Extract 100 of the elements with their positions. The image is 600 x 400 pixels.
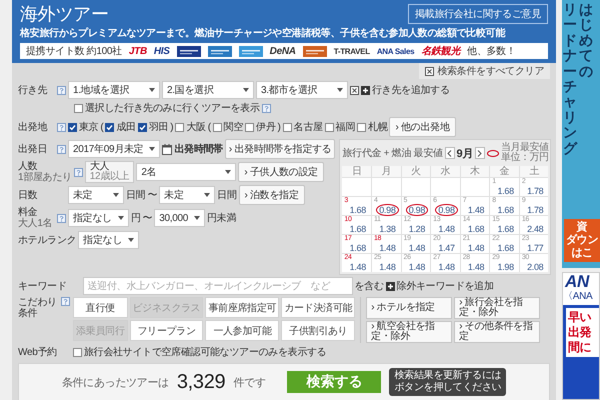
max-days-select[interactable]: 未定 [159, 186, 216, 204]
checkbox-label: 大阪 [186, 120, 206, 134]
partner-count: 提携サイト数 約100社 [26, 44, 122, 58]
result-count: 3,329 [176, 370, 226, 394]
checkbox[interactable] [72, 348, 82, 356]
caret-icon [113, 193, 119, 197]
condition-button[interactable]: › 旅行会社を指定・除外 [454, 297, 540, 319]
day-price: 1.48 [378, 261, 397, 273]
plus-icon[interactable] [386, 282, 395, 290]
filter-toggle[interactable]: 直行便 [73, 297, 128, 318]
day-price: 1.38 [378, 223, 397, 235]
banner-ad[interactable]: AN 〈ANA 早い 出発 間に [562, 272, 600, 400]
day-price: 1.68 [348, 204, 367, 216]
caret-icon [128, 238, 134, 242]
child-count-button[interactable]: › 子供人数の設定 [238, 162, 324, 182]
help-icon[interactable] [61, 297, 70, 306]
help-icon[interactable] [57, 214, 66, 222]
day-price: 1.48 [378, 242, 397, 254]
help-icon[interactable] [74, 168, 83, 176]
plus-icon[interactable] [361, 86, 370, 94]
checkbox[interactable] [175, 122, 184, 132]
partner-logo: JTB [128, 46, 147, 56]
min-days-select[interactable]: 未定 [68, 186, 124, 204]
keyword-field[interactable]: 送迎付、水上バンガロー、オールインクルーシブ など [82, 277, 353, 295]
filter-toggle[interactable]: 一人参加可能 [205, 320, 280, 341]
nights-button[interactable]: › 泊数を指定 [238, 185, 305, 205]
field-label: 日数 [18, 190, 38, 200]
checkbox-label: 選択した行き先のみに行くツアーを表示 [85, 102, 260, 115]
bracket-text: ( [208, 122, 211, 132]
help-icon[interactable] [262, 104, 271, 112]
checkbox[interactable] [324, 122, 334, 132]
departure-time-button[interactable]: › 出発時間帯を指定する [224, 139, 336, 159]
adult-label: 大人 [90, 162, 110, 172]
filter-toggle[interactable]: 子供割引あり [281, 320, 356, 341]
weekday-header: 金 [490, 166, 519, 177]
day-price: 1.68 [496, 242, 515, 254]
field-label: 行き先 [18, 84, 48, 96]
checkbox[interactable] [282, 122, 292, 132]
day-price: 1.68 [496, 223, 515, 235]
lowest-price-marker-icon [486, 150, 499, 156]
day-price: 1.98 [496, 261, 515, 273]
checkbox[interactable] [212, 122, 222, 132]
filter-toggle[interactable]: 事前座席指定可 [205, 297, 280, 318]
banner-ad[interactable]: リードナーチャリング はじめての 資 ダウン はこ [562, 0, 600, 268]
checkbox[interactable] [105, 122, 114, 132]
weekday-header: 月 [372, 166, 401, 177]
help-icon[interactable] [57, 86, 66, 94]
calendar-icon[interactable] [162, 144, 172, 154]
checkbox[interactable] [245, 122, 254, 132]
checkbox[interactable] [74, 104, 83, 112]
checkbox[interactable] [357, 122, 366, 132]
filter-toggle[interactable]: フリープラン [130, 320, 204, 341]
filter-toggle[interactable]: カード決済可能 [281, 297, 356, 318]
weekday-header: 日 [342, 166, 371, 177]
checkbox-label: 羽田 [148, 121, 168, 134]
clear-icon[interactable] [425, 66, 434, 76]
adult-count-select[interactable]: 2名 [136, 163, 236, 181]
min-price-select[interactable]: 指定なし [68, 209, 129, 227]
date-select[interactable]: 2017年09月未定 [68, 140, 160, 158]
other-origin-button[interactable]: › 他の出発地 [389, 117, 456, 137]
partner-more: 他、多数！ [467, 45, 516, 58]
field-label: 出発地 [18, 122, 48, 132]
prev-month-button[interactable] [444, 147, 455, 159]
region-select[interactable]: 1.地域を選択 [68, 81, 160, 99]
weekday-header: 木 [460, 166, 490, 177]
month-label: 9月 [456, 146, 474, 160]
remove-icon[interactable] [350, 86, 359, 94]
day-price: 1.68 [496, 204, 515, 216]
max-price-select[interactable]: 30,000 [154, 209, 206, 227]
checkbox-label: 福岡 [336, 120, 356, 134]
exclude-keyword-link[interactable]: 除外キーワードを追加 [386, 279, 494, 293]
clear-all-link[interactable]: 検索条件をすべてクリア [419, 63, 550, 79]
caret-icon [243, 88, 249, 92]
caret-icon [204, 193, 210, 197]
condition-button[interactable]: › その他条件を指定 [454, 321, 540, 343]
chevron-left-icon [447, 150, 452, 156]
country-select[interactable]: 2.国を選択 [162, 81, 254, 99]
partner-logo: HIS [154, 46, 170, 56]
add-destination-link[interactable]: 行き先を追加する [361, 83, 450, 97]
field-label: 料金 [18, 207, 38, 218]
condition-button[interactable]: › 航空会社を指定・除外 [366, 321, 452, 343]
checkbox-label: 札幌 [368, 120, 388, 134]
next-month-button[interactable] [475, 147, 485, 159]
feedback-button[interactable]: 掲載旅行会社に関するご意見 [408, 4, 548, 24]
day-price: 1.68 [348, 242, 367, 254]
checkbox[interactable] [138, 122, 147, 132]
day-price: 1.68 [348, 223, 367, 235]
condition-button[interactable]: › ホテルを指定 [366, 297, 452, 319]
bracket-text: ) [278, 122, 281, 132]
ad-download-button[interactable]: 資 ダウン はこ [564, 219, 600, 262]
day-price: 1.48 [408, 261, 426, 273]
help-icon[interactable] [57, 144, 66, 154]
checkbox-label: 関空 [224, 120, 244, 134]
checkbox[interactable] [68, 122, 77, 132]
hotel-rank-select[interactable]: 指定なし [78, 231, 140, 249]
unit-text: 日間 [126, 189, 146, 202]
city-select[interactable]: 3.都市を選択 [256, 81, 348, 99]
field-label: キーワード [18, 280, 67, 292]
checkbox-label: 名古屋 [294, 120, 323, 134]
caret-icon [149, 88, 155, 92]
